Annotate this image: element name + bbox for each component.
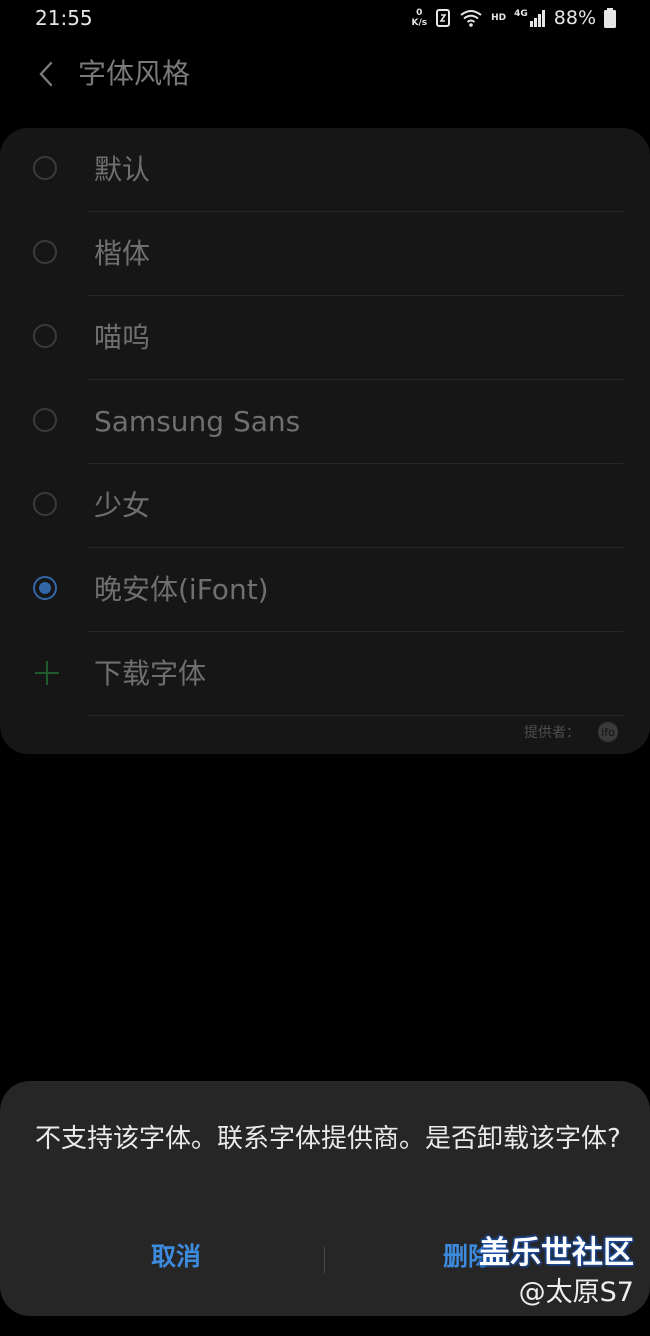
status-time: 21:55 (35, 6, 93, 30)
battery-percent: 88% (553, 7, 596, 29)
provider-info: 提供者： ifo (524, 722, 618, 742)
signal-icon (529, 10, 545, 27)
divider (88, 715, 623, 716)
radio-button[interactable] (33, 408, 57, 432)
font-option-shaonv[interactable]: 少女 (0, 464, 650, 548)
font-option-label: 少女 (94, 489, 151, 522)
font-option-default[interactable]: 默认 (0, 128, 650, 212)
font-option-wananti-ifont[interactable]: 晚安体(iFont) (0, 548, 650, 632)
font-option-label: 喵呜 (94, 321, 151, 354)
wifi-icon (460, 10, 482, 27)
app-header: 字体风格 (0, 48, 650, 102)
radio-button-selected[interactable] (33, 576, 57, 600)
font-option-kaiti[interactable]: 楷体 (0, 212, 650, 296)
download-fonts-item[interactable]: 下载字体 (0, 632, 650, 716)
radio-button[interactable] (33, 324, 57, 348)
font-option-label: 晚安体(iFont) (94, 573, 269, 606)
provider-label: 提供者： (524, 725, 580, 741)
button-separator (324, 1247, 325, 1273)
net-speed-value: 0 (416, 8, 423, 18)
font-option-miaowu[interactable]: 喵呜 (0, 296, 650, 380)
status-bar: 21:55 0 K/s HD 4G 88% (0, 0, 650, 36)
font-option-samsung-sans[interactable]: Samsung Sans (0, 380, 650, 464)
signal-type: 4G (514, 9, 528, 19)
font-style-list: 默认 楷体 喵呜 Samsung Sans 少女 晚安体(iFont) 下载字体… (0, 128, 650, 754)
net-speed-indicator: 0 K/s (411, 8, 427, 28)
page-title: 字体风格 (78, 57, 191, 90)
signal-indicator: 4G (514, 9, 546, 27)
back-button[interactable] (28, 54, 64, 94)
watermark-title: 盖乐世社区 (479, 1235, 634, 1271)
watermark-subtitle: @太原S7 (518, 1277, 634, 1308)
font-option-label: Samsung Sans (94, 405, 301, 438)
nfc-icon (436, 9, 451, 27)
radio-button[interactable] (33, 156, 57, 180)
download-fonts-label: 下载字体 (94, 657, 207, 690)
battery-icon (604, 8, 616, 28)
provider-logo: ifo (598, 722, 618, 742)
radio-button[interactable] (33, 240, 57, 264)
cancel-button[interactable]: 取消 (151, 1237, 201, 1277)
plus-icon (34, 660, 60, 686)
watermark: 盖乐世社区 @太原S7 (479, 1232, 634, 1312)
font-option-label: 默认 (94, 153, 151, 186)
radio-button[interactable] (33, 492, 57, 516)
chevron-left-icon (39, 61, 53, 87)
hd-indicator: HD (491, 13, 507, 23)
net-speed-unit: K/s (411, 18, 428, 28)
status-icons: 0 K/s HD 4G 88% (411, 5, 616, 31)
font-option-label: 楷体 (94, 237, 151, 270)
dialog-message: 不支持该字体。联系字体提供商。是否卸载该字体? (35, 1124, 621, 1154)
